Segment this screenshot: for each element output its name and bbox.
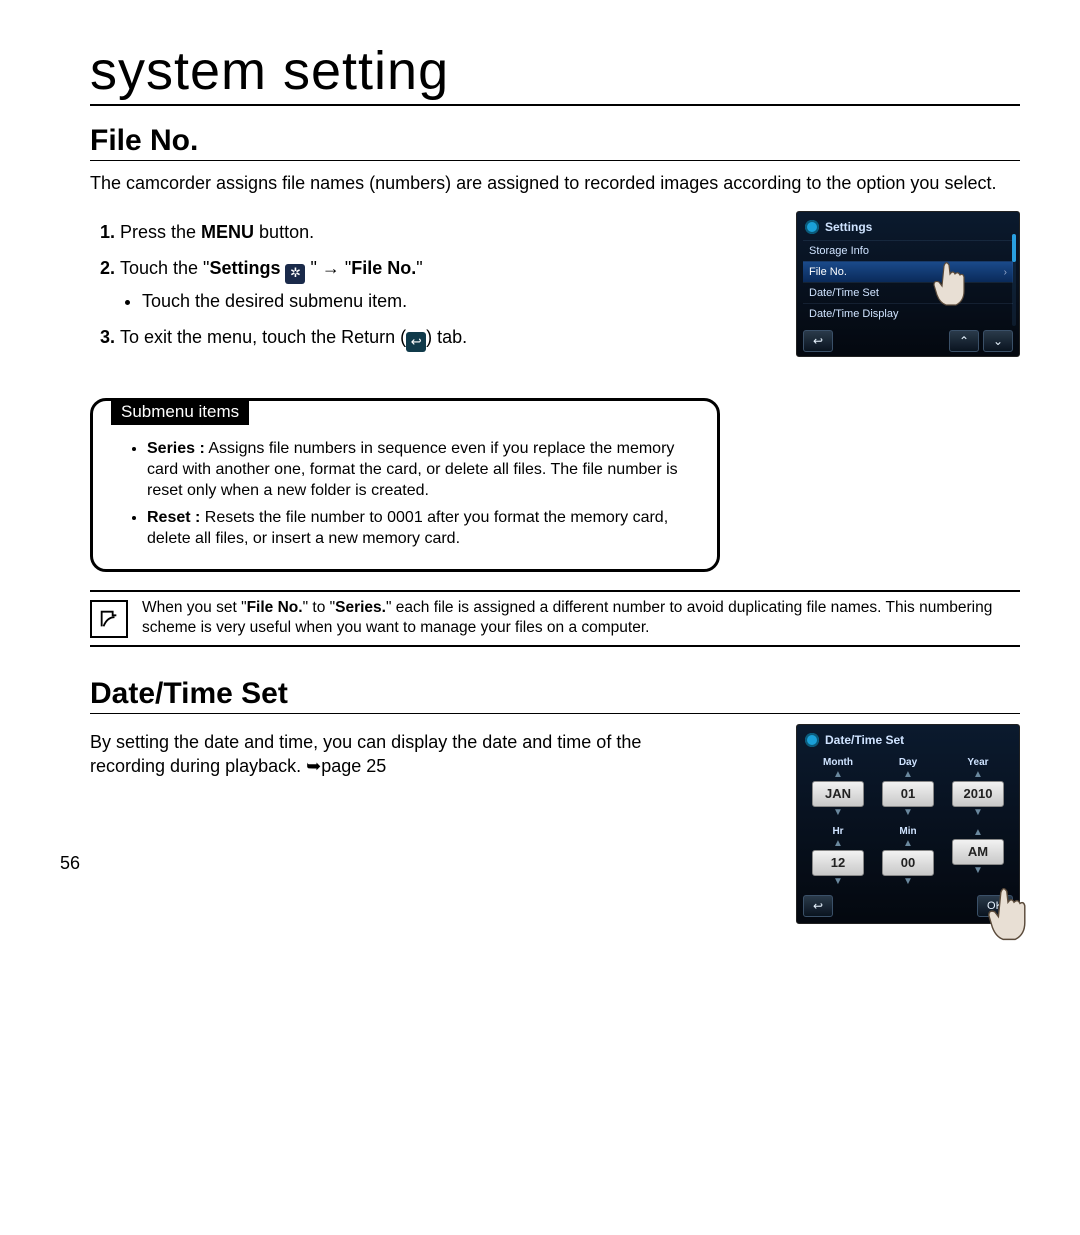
device-return-button[interactable]: ↩ (803, 330, 833, 352)
device-settings-screenshot: Settings Storage Info File No.› Date/Tim… (796, 211, 1020, 357)
minute-value: 00 (882, 850, 934, 876)
step-2-sub: Touch the desired submenu item. (142, 288, 690, 314)
note-text: When you set "File No." to "Series." eac… (142, 598, 1020, 638)
chevron-down-icon[interactable]: ▼ (903, 808, 913, 818)
return-icon: ↩ (406, 332, 426, 352)
device-item-date-time-display[interactable]: Date/Time Display (803, 303, 1013, 324)
device2-return-button[interactable]: ↩ (803, 895, 833, 917)
device-item-file-no[interactable]: File No.› (803, 261, 1013, 282)
gear-icon (805, 220, 819, 234)
device-down-button[interactable]: ⌄ (983, 330, 1013, 352)
submenu-items-box: Submenu items Series : Assigns file numb… (90, 398, 720, 572)
device-scrollbar[interactable] (1012, 234, 1016, 326)
date-spinner-row: Month ▲ JAN ▼ Day ▲ 01 ▼ Year ▲ 2010 (803, 757, 1013, 818)
ampm-spinner[interactable]: ▲ AM ▼ (950, 826, 1006, 887)
year-spinner[interactable]: Year ▲ 2010 ▼ (950, 757, 1006, 818)
time-spinner-row: Hr ▲ 12 ▼ Min ▲ 00 ▼ ▲ AM (803, 826, 1013, 887)
device-item-storage-info[interactable]: Storage Info (803, 240, 1013, 261)
chevron-up-icon[interactable]: ▲ (903, 839, 913, 849)
chevron-down-icon[interactable]: ▼ (833, 877, 843, 887)
chevron-up-icon[interactable]: ▲ (833, 839, 843, 849)
chevron-down-icon[interactable]: ▼ (903, 877, 913, 887)
intro-date-time: By setting the date and time, you can di… (90, 730, 710, 779)
section-title-date-time: Date/Time Set (90, 677, 1020, 714)
device2-ok-button[interactable]: OK (977, 895, 1013, 917)
step-1: Press the MENU button. (120, 219, 690, 245)
year-value: 2010 (952, 781, 1004, 807)
submenu-items-label: Submenu items (111, 399, 249, 425)
day-value: 01 (882, 781, 934, 807)
chevron-down-icon[interactable]: ▼ (973, 808, 983, 818)
page-number: 56 (60, 853, 80, 874)
chevron-up-icon[interactable]: ▲ (833, 770, 843, 780)
device-item-date-time-set[interactable]: Date/Time Set (803, 282, 1013, 303)
gear-icon: ✲ (285, 264, 305, 284)
chevron-up-icon[interactable]: ▲ (973, 770, 983, 780)
minute-spinner[interactable]: Min ▲ 00 ▼ (880, 826, 936, 887)
note-block: When you set "File No." to "Series." eac… (90, 590, 1020, 646)
month-spinner[interactable]: Month ▲ JAN ▼ (810, 757, 866, 818)
ampm-value: AM (952, 839, 1004, 865)
intro-file-no: The camcorder assigns file names (number… (90, 171, 1020, 195)
chevron-up-icon[interactable]: ▲ (973, 828, 983, 838)
steps-list: Press the MENU button. Touch the "Settin… (90, 219, 690, 352)
device-header: Settings (803, 218, 1013, 240)
chapter-title: system setting (90, 40, 1020, 106)
step-3: To exit the menu, touch the Return (↩) t… (120, 324, 690, 352)
hour-value: 12 (812, 850, 864, 876)
chevron-down-icon[interactable]: ▼ (973, 866, 983, 876)
chevron-down-icon[interactable]: ▼ (833, 808, 843, 818)
chevron-right-icon: › (1004, 267, 1007, 278)
device-datetime-screenshot: Date/Time Set Month ▲ JAN ▼ Day ▲ 01 ▼ (796, 724, 1020, 924)
submenu-reset: Reset : Resets the file number to 0001 a… (147, 508, 699, 550)
note-icon (90, 600, 128, 638)
submenu-series: Series : Assigns file numbers in sequenc… (147, 439, 699, 501)
device-up-button[interactable]: ⌃ (949, 330, 979, 352)
section-title-file-no: File No. (90, 124, 1020, 161)
chevron-up-icon[interactable]: ▲ (903, 770, 913, 780)
month-value: JAN (812, 781, 864, 807)
hour-spinner[interactable]: Hr ▲ 12 ▼ (810, 826, 866, 887)
gear-icon (805, 733, 819, 747)
step-2: Touch the "Settings ✲ " → "File No." Tou… (120, 255, 690, 314)
device2-header: Date/Time Set (803, 731, 1013, 753)
day-spinner[interactable]: Day ▲ 01 ▼ (880, 757, 936, 818)
